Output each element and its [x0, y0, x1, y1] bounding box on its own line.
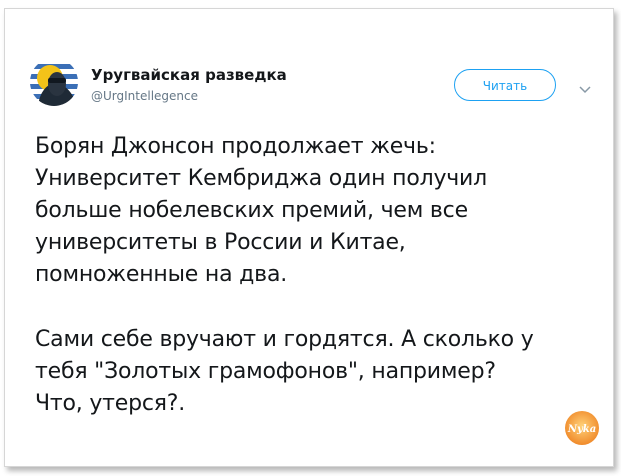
tweet-line: Что, утерся?.	[35, 391, 186, 416]
tweet-paragraph-1: Борян Джонсон продолжает жечь: Университ…	[35, 131, 595, 291]
chevron-down-icon[interactable]	[578, 80, 592, 94]
tweet-text: Борян Джонсон продолжает жечь: Университ…	[35, 131, 595, 420]
follow-button[interactable]: Читать	[454, 69, 556, 101]
author-name[interactable]: Уругвайская разведка	[91, 66, 287, 84]
uruguay-sun-flag-avatar-icon	[30, 58, 78, 106]
tweet-line: Борян Джонсон продолжает жечь:	[35, 134, 436, 159]
tweet-line: Университет Кембриджа один получил	[35, 166, 488, 191]
tweet-line: Сами себе вручают и гордятся. А сколько …	[35, 327, 534, 352]
avatar[interactable]	[30, 58, 78, 106]
tweet-line: тебя "Золотых грамофонов", например?	[35, 359, 496, 384]
tweet-line: университеты в России и Китае,	[35, 230, 406, 255]
tweet-line: помноженные на два.	[35, 262, 288, 287]
watermark-text: Nyka	[567, 424, 596, 435]
tweet-paragraph-2: Сами себе вручают и гордятся. А сколько …	[35, 324, 595, 420]
author-handle[interactable]: @UrgIntellegence	[91, 89, 198, 103]
watermark-logo: Nyka	[562, 408, 602, 448]
tweet-line: больше нобелевских премий, чем все	[35, 198, 468, 223]
